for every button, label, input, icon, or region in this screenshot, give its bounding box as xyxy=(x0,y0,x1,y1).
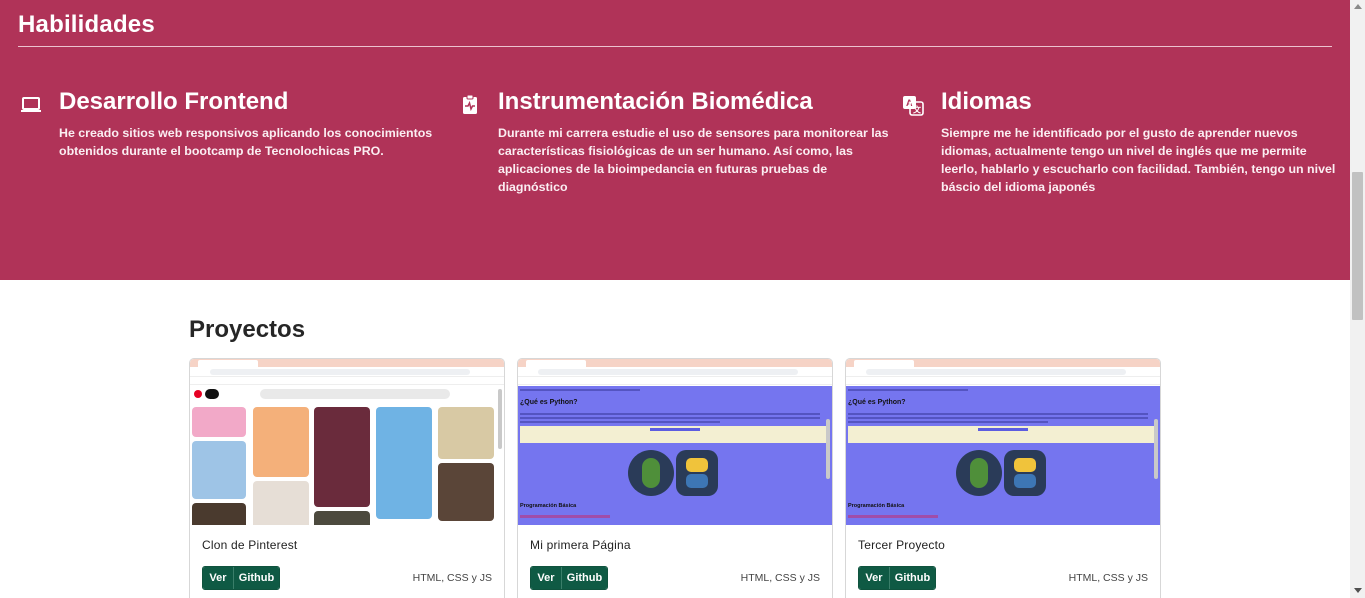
project-card: Clon de Pinterest Ver Github HTML, CSS y… xyxy=(189,358,505,598)
skills-title: Habilidades xyxy=(18,11,155,38)
project-actions: Ver Github xyxy=(530,566,608,590)
view-button[interactable]: Ver xyxy=(203,567,234,589)
view-button[interactable]: Ver xyxy=(859,567,890,589)
scroll-down-icon[interactable] xyxy=(1354,588,1362,593)
laptop-icon xyxy=(20,94,42,116)
page-scrollbar[interactable] xyxy=(1350,0,1365,598)
skills-divider xyxy=(18,46,1332,47)
project-screenshot xyxy=(190,359,504,525)
project-tech: HTML, CSS y JS xyxy=(412,572,492,584)
project-screenshot: ¿Qué es Python? Programación Básica xyxy=(518,359,832,525)
portfolio-page: Habilidades Desarrollo Frontend He cread… xyxy=(0,0,1350,598)
thumb-subheading: Programación Básica xyxy=(520,503,577,509)
project-card: ¿Qué es Python? Programación Básica Terc… xyxy=(845,358,1161,598)
project-actions: Ver Github xyxy=(858,566,936,590)
scrollbar-thumb[interactable] xyxy=(1352,172,1363,320)
project-title: Clon de Pinterest xyxy=(202,538,298,552)
skill-description: Siempre me he identificado por el gusto … xyxy=(941,126,1336,194)
skill-heading: Instrumentación Biomédica xyxy=(498,88,813,115)
skill-heading: Idiomas xyxy=(941,88,1032,115)
project-card: ¿Qué es Python? Programación Básica Mi p… xyxy=(517,358,833,598)
project-tech: HTML, CSS y JS xyxy=(1068,572,1148,584)
thumb-heading: ¿Qué es Python? xyxy=(520,399,578,406)
github-button[interactable]: Github xyxy=(234,567,279,589)
skills-section: Habilidades Desarrollo Frontend He cread… xyxy=(0,0,1350,280)
project-actions: Ver Github xyxy=(202,566,280,590)
project-title: Mi primera Página xyxy=(530,538,631,552)
github-button[interactable]: Github xyxy=(890,567,935,589)
project-tech: HTML, CSS y JS xyxy=(740,572,820,584)
skill-description: Durante mi carrera estudie el uso de sen… xyxy=(498,126,889,194)
scroll-up-icon[interactable] xyxy=(1354,4,1362,9)
project-title: Tercer Proyecto xyxy=(858,538,946,552)
clipboard-pulse-icon xyxy=(459,94,481,116)
skill-description: He creado sitios web responsivos aplican… xyxy=(59,126,433,158)
github-button[interactable]: Github xyxy=(562,567,607,589)
svg-text:文: 文 xyxy=(913,105,922,115)
projects-title: Proyectos xyxy=(189,316,306,343)
thumb-heading: ¿Qué es Python? xyxy=(848,399,906,406)
translate-icon: A 文 xyxy=(902,94,924,116)
thumb-subheading: Programación Básica xyxy=(848,503,905,509)
view-button[interactable]: Ver xyxy=(531,567,562,589)
skill-heading: Desarrollo Frontend xyxy=(59,88,289,115)
project-screenshot: ¿Qué es Python? Programación Básica xyxy=(846,359,1160,525)
